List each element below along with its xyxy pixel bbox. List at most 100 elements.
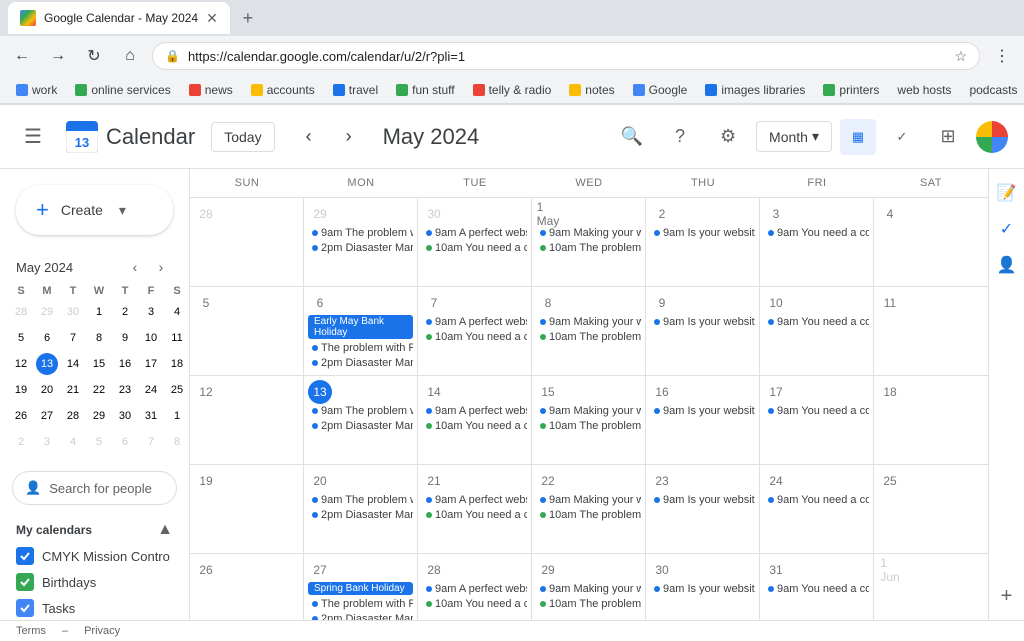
mini-cal-day[interactable]: 1 xyxy=(164,403,190,429)
calendar-cell[interactable]: 1 May9am Making your websi10am The probl… xyxy=(532,198,646,287)
mini-cal-day[interactable]: 19 xyxy=(8,377,34,403)
prev-month-btn[interactable]: ‹ xyxy=(291,119,327,155)
calendar-date[interactable]: 21 xyxy=(422,469,446,493)
timed-event[interactable]: The problem with P xyxy=(308,597,413,611)
mini-cal-day[interactable]: 28 xyxy=(8,299,34,325)
mini-cal-day[interactable]: 6 xyxy=(112,429,138,455)
user-avatar[interactable] xyxy=(976,121,1008,153)
mini-cal-day[interactable]: 3 xyxy=(34,429,60,455)
calendar-item-cmyk[interactable]: CMYK Mission Contro ⋮ xyxy=(0,543,189,569)
extensions-btn[interactable]: ⋮ xyxy=(988,42,1016,70)
timed-event[interactable]: 9am A perfect website t xyxy=(422,315,527,329)
new-tab-button[interactable]: + xyxy=(234,4,262,32)
settings-button[interactable]: ⚙ xyxy=(708,117,748,157)
timed-event[interactable]: 2pm Diasaster Manage xyxy=(308,356,413,370)
add-side-btn[interactable]: + xyxy=(991,580,1023,612)
timed-event[interactable]: 9am The problem with P xyxy=(308,226,413,240)
mini-cal-day[interactable]: 7 xyxy=(60,325,86,351)
mini-prev-btn[interactable]: ‹ xyxy=(123,255,147,279)
calendar-date[interactable]: 2 xyxy=(650,202,674,226)
timed-event[interactable]: 9am You need a comm xyxy=(764,404,869,418)
calendar-cell[interactable]: 26 xyxy=(190,554,304,620)
timed-event[interactable]: 9am The problem with P xyxy=(308,493,413,507)
all-day-event[interactable]: Spring Bank Holiday xyxy=(308,582,413,595)
timed-event[interactable]: 9am Is your website a f xyxy=(650,582,755,596)
all-day-event[interactable]: Early May Bank Holiday xyxy=(308,315,413,339)
timed-event[interactable]: 9am You need a comm xyxy=(764,315,869,329)
bookmark-images[interactable]: images libraries xyxy=(697,81,813,99)
bookmark-funstuff[interactable]: fun stuff xyxy=(388,81,462,99)
timed-event[interactable]: 2pm Diasaster Manage xyxy=(308,508,413,522)
bookmark-notes[interactable]: notes xyxy=(561,81,622,99)
mini-cal-day[interactable]: 30 xyxy=(60,299,86,325)
timed-event[interactable]: 9am A perfect website t xyxy=(422,582,527,596)
calendar-date[interactable]: 31 xyxy=(764,558,788,582)
calendar-cell[interactable]: 6Early May Bank HolidayThe problem with … xyxy=(304,287,418,376)
timed-event[interactable]: 9am Is your website a f xyxy=(650,315,755,329)
mini-cal-day[interactable]: 3 xyxy=(138,299,164,325)
create-button[interactable]: + Create ▾ xyxy=(16,185,173,235)
hamburger-menu[interactable]: ☰ xyxy=(16,116,50,157)
calendar-date[interactable]: 28 xyxy=(422,558,446,582)
calendar-cell[interactable]: 29am Is your website a f xyxy=(646,198,760,287)
bookmark-travel[interactable]: travel xyxy=(325,81,386,99)
mini-cal-day[interactable]: 28 xyxy=(60,403,86,429)
calendar-cell[interactable]: 4 xyxy=(874,198,988,287)
calendar-cell[interactable]: 89am Making your websi10am The problem w… xyxy=(532,287,646,376)
bookmark-podcasts[interactable]: podcasts xyxy=(961,81,1024,99)
calendar-date[interactable]: 22 xyxy=(536,469,560,493)
mini-cal-day[interactable]: 14 xyxy=(60,351,86,377)
bookmark-printers[interactable]: printers xyxy=(815,81,887,99)
tab-close-btn[interactable]: ✕ xyxy=(206,10,218,27)
timed-event[interactable]: 10am You need a comm xyxy=(422,508,527,522)
calendar-date[interactable]: 18 xyxy=(878,380,902,404)
calendar-cell[interactable]: 309am Is your website a f xyxy=(646,554,760,620)
calendar-date[interactable]: 6 xyxy=(308,291,332,315)
timed-event[interactable]: 10am You need a comm xyxy=(422,597,527,611)
timed-event[interactable]: 2pm Diasaster Manage xyxy=(308,419,413,433)
calendar-item-tasks[interactable]: Tasks ⋮ xyxy=(0,595,189,620)
calendar-date[interactable]: 26 xyxy=(194,558,218,582)
calendar-cell[interactable]: 159am Making your websi10am The problem … xyxy=(532,376,646,465)
forward-button[interactable]: → xyxy=(44,42,72,70)
calendar-date[interactable]: 29 xyxy=(536,558,560,582)
calendar-cell[interactable]: 229am Making your websi10am The problem … xyxy=(532,465,646,554)
calendar-date[interactable]: 1 Jun xyxy=(878,558,902,582)
calendar-date[interactable]: 20 xyxy=(308,469,332,493)
mini-cal-day[interactable]: 1 xyxy=(86,299,112,325)
calendar-date[interactable]: 23 xyxy=(650,469,674,493)
mini-cal-day[interactable]: 31 xyxy=(138,403,164,429)
bookmark-work[interactable]: work xyxy=(8,81,65,99)
mini-cal-day[interactable]: 21 xyxy=(60,377,86,403)
reload-button[interactable]: ↻ xyxy=(80,42,108,70)
mini-cal-day[interactable]: 18 xyxy=(164,351,190,377)
calendar-date[interactable]: 1 May xyxy=(536,202,560,226)
mini-cal-day[interactable]: 5 xyxy=(8,325,34,351)
calendar-cell[interactable]: 25 xyxy=(874,465,988,554)
calendar-date[interactable]: 24 xyxy=(764,469,788,493)
back-button[interactable]: ← xyxy=(8,42,36,70)
mini-cal-day[interactable]: 8 xyxy=(86,325,112,351)
calendar-cell[interactable]: 18 xyxy=(874,376,988,465)
timed-event[interactable]: 9am You need a comm xyxy=(764,582,869,596)
tasks-side-btn[interactable]: ✓ xyxy=(991,213,1023,245)
timed-event[interactable]: 9am A perfect website t xyxy=(422,226,527,240)
mini-cal-day[interactable]: 15 xyxy=(86,351,112,377)
calendar-cell[interactable]: 12 xyxy=(190,376,304,465)
bookmark-telly[interactable]: telly & radio xyxy=(465,81,560,99)
calendar-cell[interactable]: 19 xyxy=(190,465,304,554)
calendar-cell[interactable]: 28 xyxy=(190,198,304,287)
calendar-cell[interactable]: 179am You need a comm xyxy=(760,376,874,465)
calendar-date[interactable]: 8 xyxy=(536,291,560,315)
calendar-date[interactable]: 19 xyxy=(194,469,218,493)
contacts-side-btn[interactable]: 👤 xyxy=(991,249,1023,281)
calendar-cell[interactable]: 239am Is your website a f xyxy=(646,465,760,554)
calendar-cell[interactable]: 109am You need a comm xyxy=(760,287,874,376)
timed-event[interactable]: 2pm Diasaster Manage xyxy=(308,241,413,255)
timed-event[interactable]: 10am The problem with xyxy=(536,597,641,611)
timed-event[interactable]: 9am Making your websi xyxy=(536,315,641,329)
calendar-checkbox-birthdays[interactable] xyxy=(16,573,34,591)
timed-event[interactable]: 10am The problem with xyxy=(536,419,641,433)
mini-cal-day[interactable]: 16 xyxy=(112,351,138,377)
mini-cal-day[interactable]: 12 xyxy=(8,351,34,377)
